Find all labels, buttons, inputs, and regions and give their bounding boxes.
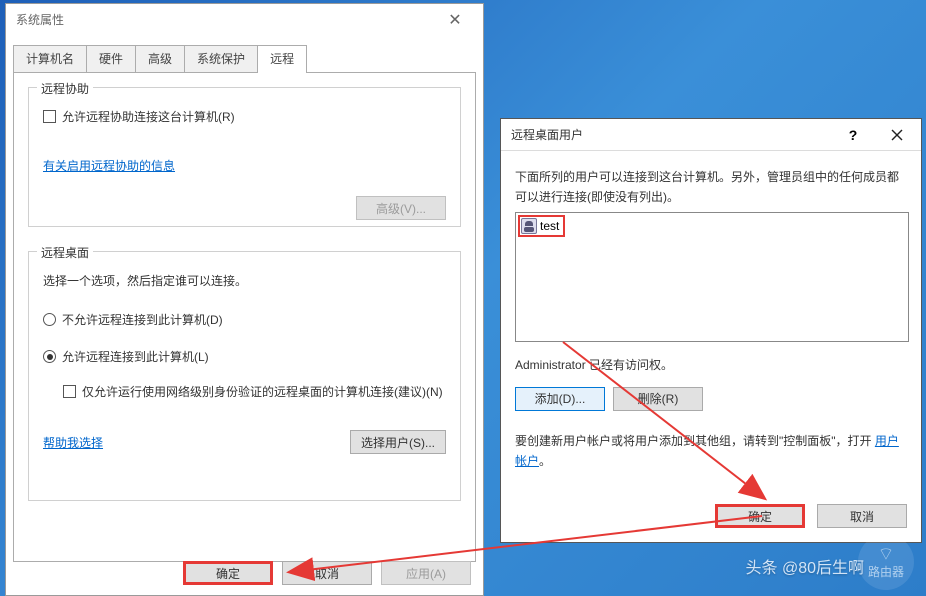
remote-assistance-info-link[interactable]: 有关启用远程协助的信息	[43, 157, 175, 174]
cancel-button[interactable]: 取消	[817, 504, 907, 528]
watermark-badge: ⌔ 路由器	[858, 534, 914, 590]
remote-assistance-group: 远程协助 允许远程协助连接这台计算机(R) 有关启用远程协助的信息 高级(V).…	[28, 87, 461, 227]
radio-deny-remote-label: 不允许远程连接到此计算机(D)	[62, 311, 223, 328]
ok-button[interactable]: 确定	[715, 504, 805, 528]
dialog-button-row: 确定 取消 应用(A)	[183, 561, 471, 585]
list-item[interactable]: test	[518, 215, 565, 237]
user-icon	[521, 218, 537, 234]
nla-checkbox-row[interactable]: 仅允许运行使用网络级别身份验证的远程桌面的计算机连接(建议)(N)	[63, 383, 446, 400]
help-me-choose-link[interactable]: 帮助我选择	[43, 434, 103, 451]
remove-user-button[interactable]: 删除(R)	[613, 387, 703, 411]
create-note-prefix: 要创建新用户帐户或将用户添加到其他组，请转到"控制面板"，打开	[515, 434, 875, 448]
checkbox-icon[interactable]	[63, 385, 76, 398]
create-account-note: 要创建新用户帐户或将用户添加到其他组，请转到"控制面板"，打开 用户帐户。	[515, 431, 907, 472]
radio-icon[interactable]	[43, 313, 56, 326]
create-note-suffix: 。	[539, 454, 551, 468]
tab-advanced[interactable]: 高级	[135, 45, 185, 72]
system-properties-dialog: 系统属性 ✕ 计算机名 硬件 高级 系统保护 远程 远程协助 允许远程协助连接这…	[5, 3, 484, 596]
description-text: 下面所列的用户可以连接到这台计算机。另外，管理员组中的任何成员都可以进行连接(即…	[515, 167, 907, 208]
select-users-button[interactable]: 选择用户(S)...	[350, 430, 446, 454]
allow-remote-assistance-row[interactable]: 允许远程协助连接这台计算机(R)	[43, 108, 446, 125]
wifi-icon: ⌔	[878, 545, 895, 563]
titlebar: 远程桌面用户 ?	[501, 119, 921, 151]
checkbox-icon[interactable]	[43, 110, 56, 123]
nla-label: 仅允许运行使用网络级别身份验证的远程桌面的计算机连接(建议)(N)	[82, 383, 443, 400]
radio-deny-remote-row[interactable]: 不允许远程连接到此计算机(D)	[43, 311, 446, 328]
cancel-button[interactable]: 取消	[282, 561, 372, 585]
remote-desktop-users-dialog: 远程桌面用户 ? 下面所列的用户可以连接到这台计算机。另外，管理员组中的任何成员…	[500, 118, 922, 543]
close-icon[interactable]	[875, 120, 919, 150]
add-user-button[interactable]: 添加(D)...	[515, 387, 605, 411]
watermark-text: 头条 @80后生啊	[746, 554, 865, 578]
remote-desktop-group: 远程桌面 选择一个选项，然后指定谁可以连接。 不允许远程连接到此计算机(D) 允…	[28, 251, 461, 501]
window-title: 系统属性	[16, 11, 64, 28]
radio-allow-remote-row[interactable]: 允许远程连接到此计算机(L)	[43, 348, 446, 365]
tab-remote[interactable]: 远程	[257, 45, 307, 73]
tab-protection[interactable]: 系统保护	[184, 45, 258, 72]
titlebar: 系统属性 ✕	[6, 4, 483, 35]
allow-remote-assistance-label: 允许远程协助连接这台计算机(R)	[62, 108, 235, 125]
help-icon[interactable]: ?	[831, 120, 875, 150]
apply-button[interactable]: 应用(A)	[381, 561, 471, 585]
window-title: 远程桌面用户	[511, 126, 583, 143]
ok-button[interactable]: 确定	[183, 561, 273, 585]
users-listbox[interactable]: test	[515, 212, 909, 342]
watermark-badge-text: 路由器	[868, 563, 904, 580]
list-item-label: test	[540, 219, 559, 233]
close-icon[interactable]: ✕	[437, 6, 473, 34]
admin-access-note: Administrator 已经有访问权。	[515, 356, 907, 373]
tab-hardware[interactable]: 硬件	[86, 45, 136, 72]
remote-assist-advanced-button[interactable]: 高级(V)...	[356, 196, 446, 220]
tab-strip: 计算机名 硬件 高级 系统保护 远程	[6, 45, 483, 72]
remote-desktop-hint: 选择一个选项，然后指定谁可以连接。	[43, 272, 446, 289]
remote-desktop-legend: 远程桌面	[37, 244, 93, 261]
radio-icon[interactable]	[43, 350, 56, 363]
remote-assistance-legend: 远程协助	[37, 80, 93, 97]
radio-allow-remote-label: 允许远程连接到此计算机(L)	[62, 348, 209, 365]
tab-panel-remote: 远程协助 允许远程协助连接这台计算机(R) 有关启用远程协助的信息 高级(V).…	[13, 72, 476, 562]
tab-computer-name[interactable]: 计算机名	[13, 45, 87, 72]
